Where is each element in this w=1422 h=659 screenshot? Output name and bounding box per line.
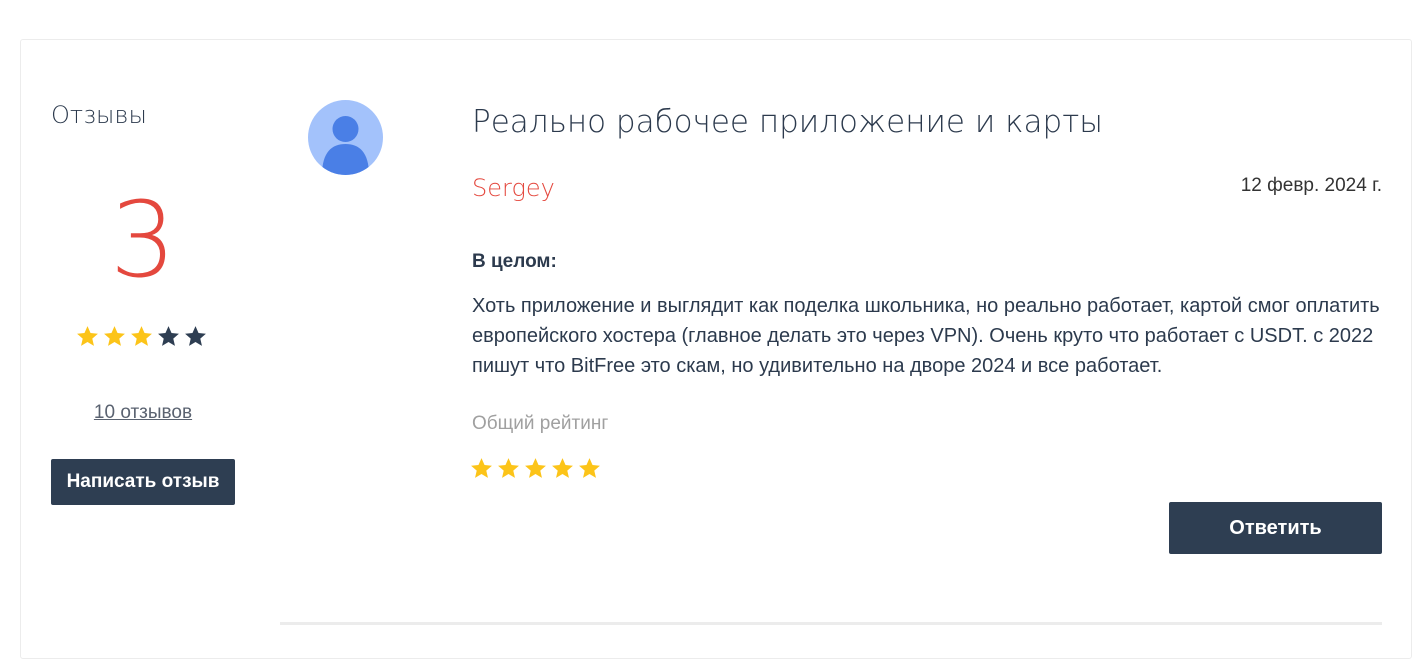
star-icon — [471, 458, 492, 478]
review-divider — [280, 622, 1382, 625]
star-icon — [104, 326, 125, 346]
star-icon — [552, 458, 573, 478]
write-review-button[interactable]: Написать отзыв — [51, 459, 235, 505]
reviews-heading: Отзывы — [51, 101, 147, 129]
star-icon — [131, 326, 152, 346]
review-section-label: В целом: — [472, 251, 557, 272]
review-body: Хоть приложение и выглядит как поделка ш… — [472, 295, 1380, 377]
star-icon — [77, 326, 98, 346]
overall-rating-label: Общий рейтинг — [472, 413, 609, 434]
star-icon — [158, 326, 179, 346]
star-icon — [579, 458, 600, 478]
review-date: 12 февр. 2024 г. — [1240, 175, 1382, 196]
reply-button[interactable]: Ответить — [1169, 502, 1382, 554]
review-author: Sergey — [472, 174, 555, 202]
average-rating: 3 — [109, 179, 177, 301]
review-rating-stars — [469, 456, 602, 481]
star-icon — [185, 326, 206, 346]
average-rating-stars — [75, 324, 208, 349]
user-avatar-icon — [308, 100, 383, 175]
review-title: Реально рабочее приложение и карты — [472, 104, 1103, 140]
star-icon — [525, 458, 546, 478]
review-count-link[interactable]: 10 отзывов — [51, 402, 235, 424]
star-icon — [498, 458, 519, 478]
